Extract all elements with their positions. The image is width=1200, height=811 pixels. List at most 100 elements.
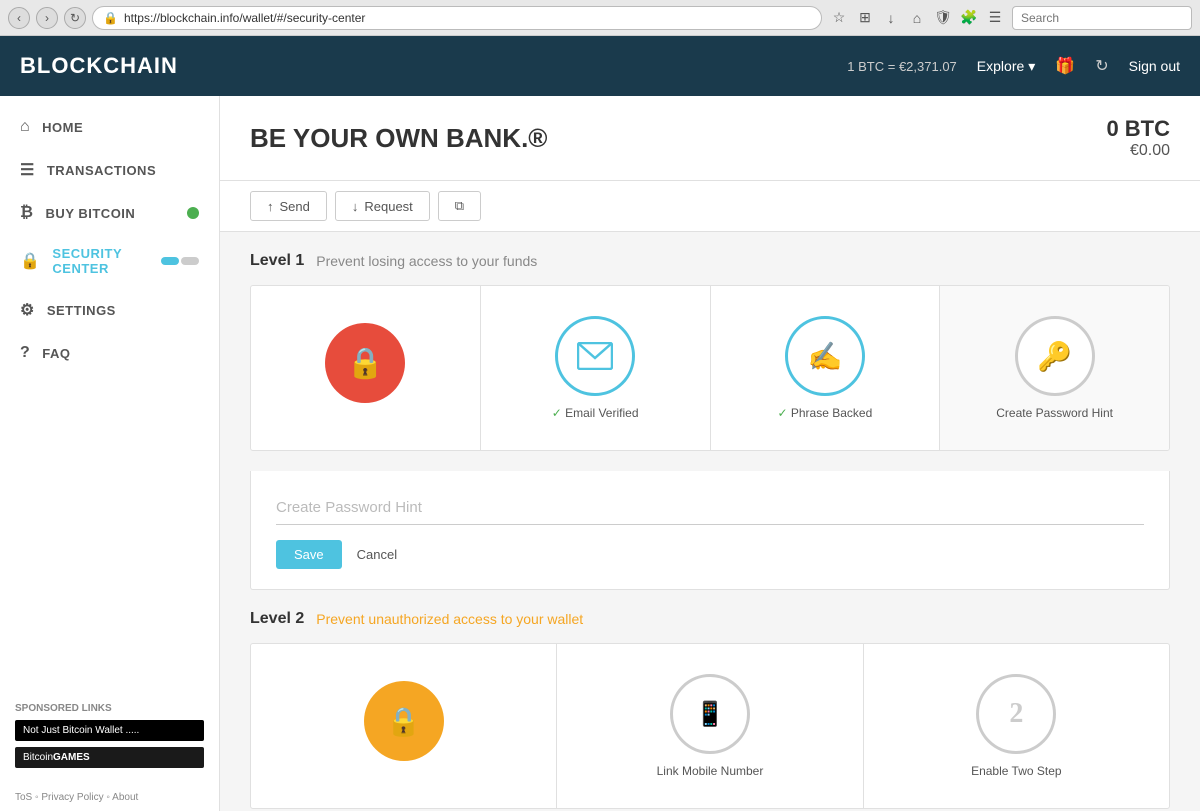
mobile-label: Link Mobile Number	[657, 764, 764, 778]
level1-cards: 🔒 Email Verified ✍ Phrase Backed	[250, 285, 1170, 451]
about-link[interactable]: About	[112, 792, 138, 803]
save-button[interactable]: Save	[276, 540, 342, 569]
active-badge	[187, 207, 199, 219]
browser-chrome: ‹ › ↻ 🔒 https://blockchain.info/wallet/#…	[0, 0, 1200, 36]
email-label: Email Verified	[552, 406, 639, 420]
main-header: BE YOUR OWN BANK.® 0 BTC €0.00	[220, 96, 1200, 181]
twostep-circle: 2	[976, 674, 1056, 754]
action-buttons: ↑ Send ↓ Request ⧉	[220, 181, 1200, 232]
lock2-card[interactable]: 🔒	[251, 644, 557, 808]
send-label: Send	[280, 199, 310, 214]
level1-desc: Prevent losing access to your funds	[316, 253, 537, 269]
level2-header: Level 2 Prevent unauthorized access to y…	[250, 610, 1170, 628]
tos-link[interactable]: ToS	[15, 792, 32, 803]
privacy-link[interactable]: Privacy Policy	[41, 792, 103, 803]
mobile-card[interactable]: 📱 Link Mobile Number	[557, 644, 863, 808]
page-title: BE YOUR OWN BANK.®	[250, 123, 547, 154]
url-bar[interactable]: 🔒 https://blockchain.info/wallet/#/secur…	[92, 6, 822, 30]
sidebar-item-security-center[interactable]: 🔒 SECURITY CENTER	[0, 234, 219, 288]
lock-card[interactable]: 🔒	[251, 286, 481, 450]
lock-icon: 🔒	[20, 251, 40, 271]
download-icon[interactable]: ↓	[880, 7, 902, 29]
email-circle	[555, 316, 635, 396]
home-browser-icon[interactable]: ⌂	[906, 7, 928, 29]
collection-icon[interactable]: ⊞	[854, 7, 876, 29]
ad-notjust[interactable]: Not Just Bitcoin Wallet .....	[15, 720, 204, 741]
sidebar-item-faq[interactable]: ? FAQ	[0, 332, 219, 374]
sidebar-item-home[interactable]: ⌂ HOME	[0, 106, 219, 148]
email-card[interactable]: Email Verified	[481, 286, 711, 450]
btc-balance: 0 BTC €0.00	[1106, 116, 1170, 160]
gift-icon[interactable]: 🎁	[1055, 56, 1075, 76]
star-icon[interactable]: ☆	[828, 7, 850, 29]
sidebar-label-settings: SETTINGS	[47, 303, 116, 318]
btc-amount: 0 BTC	[1106, 116, 1170, 142]
mobile-circle: 📱	[670, 674, 750, 754]
phrase-circle: ✍	[785, 316, 865, 396]
security-icon: 🔒	[103, 11, 118, 25]
hint-form: Save Cancel	[250, 471, 1170, 590]
level2-section: Level 2 Prevent unauthorized access to y…	[250, 610, 1170, 809]
password-hint-label: Create Password Hint	[996, 406, 1113, 420]
security-toggle	[161, 257, 199, 265]
refresh-icon[interactable]: ↻	[1095, 56, 1108, 76]
sponsored-label: SPONSORED LINKS	[15, 703, 204, 714]
level2-label: Level 2	[250, 610, 304, 628]
transactions-icon: ☰	[20, 160, 35, 180]
back-button[interactable]: ‹	[8, 7, 30, 29]
phrase-card[interactable]: ✍ Phrase Backed	[711, 286, 941, 450]
faq-icon: ?	[20, 344, 30, 362]
level2-cards: 🔒 📱 Link Mobile Number 2 Enable Two Step	[250, 643, 1170, 809]
sidebar-item-settings[interactable]: ⚙ SETTINGS	[0, 288, 219, 332]
explore-button[interactable]: Explore ▾	[977, 58, 1036, 75]
sidebar-label-buy-bitcoin: BUY BITCOIN	[46, 206, 136, 221]
sponsored-links: SPONSORED LINKS Not Just Bitcoin Wallet …	[0, 693, 219, 784]
eur-amount: €0.00	[1106, 142, 1170, 160]
twostep-label: Enable Two Step	[971, 764, 1062, 778]
sidebar: ⌂ HOME ☰ TRANSACTIONS ₿ BUY BITCOIN 🔒 SE…	[0, 96, 220, 811]
level1-label: Level 1	[250, 252, 304, 270]
sidebar-label-faq: FAQ	[42, 346, 70, 361]
app-logo: BLOCKCHAIN	[20, 53, 178, 79]
send-icon: ↑	[267, 199, 274, 214]
twostep-card[interactable]: 2 Enable Two Step	[864, 644, 1169, 808]
header-right: 1 BTC = €2,371.07 Explore ▾ 🎁 ↻ Sign out	[847, 56, 1180, 76]
copy-icon: ⧉	[455, 198, 464, 214]
home-icon: ⌂	[20, 118, 30, 136]
sign-out-button[interactable]: Sign out	[1129, 58, 1180, 74]
reload-button[interactable]: ↻	[64, 7, 86, 29]
sidebar-label-security-center: SECURITY CENTER	[52, 246, 149, 276]
menu-icon[interactable]: ☰	[984, 7, 1006, 29]
extensions-icon[interactable]: 🧩	[958, 7, 980, 29]
request-label: Request	[364, 199, 412, 214]
copy-button[interactable]: ⧉	[438, 191, 481, 221]
sidebar-item-buy-bitcoin[interactable]: ₿ BUY BITCOIN	[0, 192, 219, 234]
password-hint-input[interactable]	[276, 491, 1144, 525]
lock2-circle: 🔒	[364, 681, 444, 761]
btc-price: 1 BTC = €2,371.07	[847, 59, 957, 74]
request-button[interactable]: ↓ Request	[335, 191, 430, 221]
browser-search-input[interactable]	[1012, 6, 1192, 30]
hint-buttons: Save Cancel	[276, 540, 1144, 569]
url-text: https://blockchain.info/wallet/#/securit…	[124, 11, 365, 25]
bitcoin-icon: ₿	[20, 204, 34, 222]
forward-button[interactable]: ›	[36, 7, 58, 29]
cancel-link[interactable]: Cancel	[357, 547, 397, 562]
app-header: BLOCKCHAIN 1 BTC = €2,371.07 Explore ▾ 🎁…	[0, 36, 1200, 96]
toggle-bar-on	[161, 257, 179, 265]
shield-icon[interactable]: 🛡	[932, 7, 954, 29]
sidebar-item-transactions[interactable]: ☰ TRANSACTIONS	[0, 148, 219, 192]
footer-links: ToS ◦ Privacy Policy ◦ About	[0, 784, 219, 811]
lock-circle: 🔒	[325, 323, 405, 403]
level1-section: Level 1 Prevent losing access to your fu…	[250, 252, 1170, 451]
send-button[interactable]: ↑ Send	[250, 191, 327, 221]
level1-header: Level 1 Prevent losing access to your fu…	[250, 252, 1170, 270]
ad-bitcoin-games[interactable]: BitcoinGAMES	[15, 747, 204, 768]
level2-desc: Prevent unauthorized access to your wall…	[316, 611, 583, 627]
chevron-down-icon: ▾	[1028, 58, 1035, 75]
settings-icon: ⚙	[20, 300, 35, 320]
request-icon: ↓	[352, 199, 359, 214]
password-hint-card[interactable]: 🔑 Create Password Hint	[940, 286, 1169, 450]
browser-actions: ☆ ⊞ ↓ ⌂ 🛡 🧩 ☰	[828, 7, 1006, 29]
password-hint-circle: 🔑	[1015, 316, 1095, 396]
